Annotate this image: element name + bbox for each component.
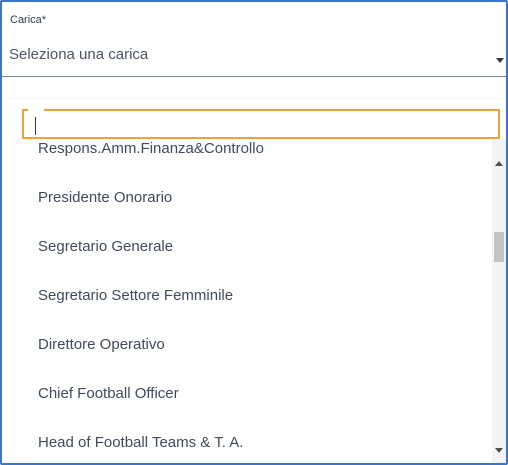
list-item[interactable]: Respons.Amm.Finanza&Controllo <box>22 139 492 173</box>
carica-select-panel: Carica* Seleziona una carica Respons.Amm… <box>0 0 508 465</box>
list-item[interactable]: Presidente Onorario <box>22 173 492 222</box>
list-item[interactable]: Chief Football Officer <box>22 369 492 418</box>
search-box[interactable] <box>22 109 500 139</box>
field-label: Carica* <box>10 14 47 26</box>
scrollbar[interactable] <box>492 139 506 463</box>
scroll-up-icon[interactable] <box>495 161 503 166</box>
selected-value: Seleziona una carica <box>9 46 149 63</box>
text-cursor <box>35 117 36 135</box>
list-item[interactable]: Direttore Operativo <box>22 320 492 369</box>
caret-down-icon[interactable] <box>496 58 504 63</box>
list-item[interactable]: Segretario Settore Femminile <box>22 271 492 320</box>
options-list: Respons.Amm.Finanza&Controllo Presidente… <box>22 139 492 463</box>
dropdown-menu: Respons.Amm.Finanza&Controllo Presidente… <box>2 99 506 463</box>
list-item[interactable]: Segretario Generale <box>22 222 492 271</box>
list-item[interactable]: Head of Football Teams & T. A. <box>22 418 492 463</box>
scroll-thumb[interactable] <box>494 232 504 262</box>
search-input[interactable] <box>32 114 476 136</box>
search-notch <box>28 107 44 111</box>
carica-select[interactable]: Seleziona una carica <box>2 32 506 77</box>
scroll-down-icon[interactable] <box>495 448 503 453</box>
